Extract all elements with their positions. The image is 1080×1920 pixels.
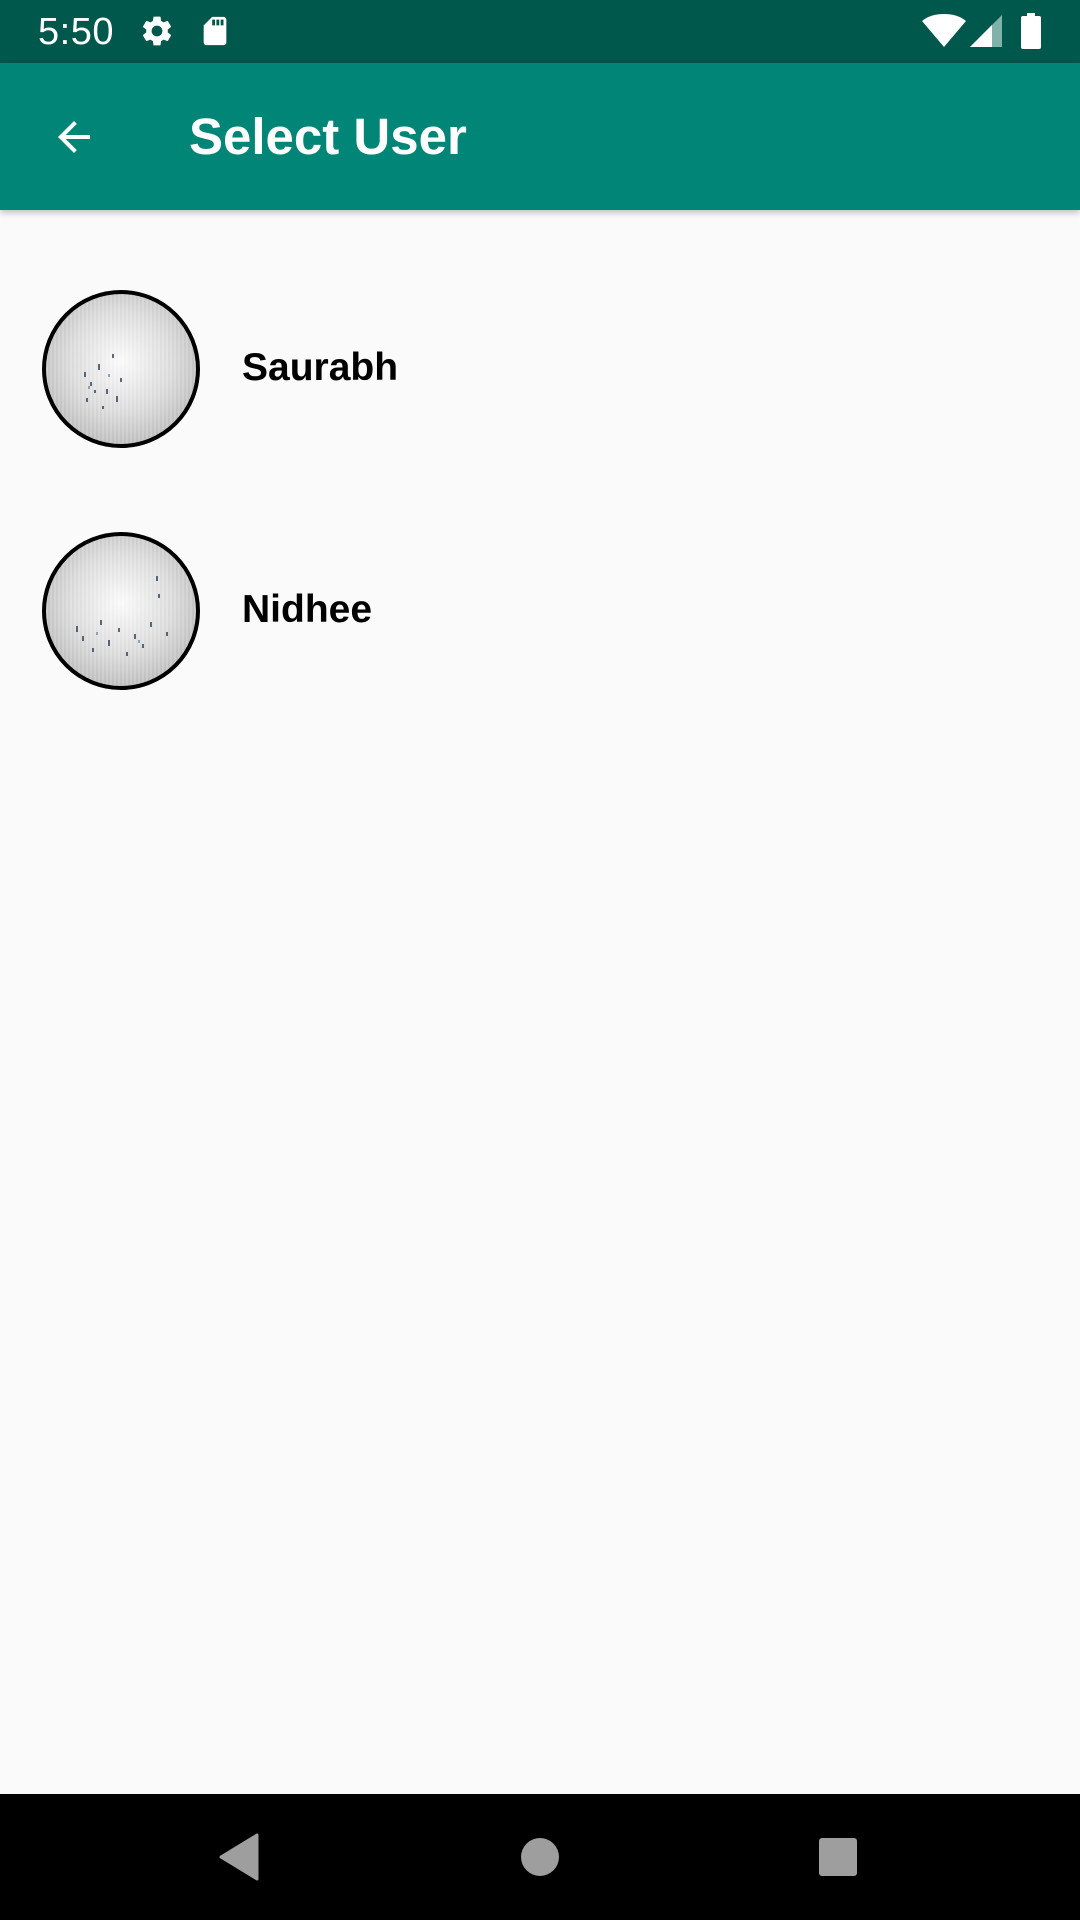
battery-icon	[1021, 13, 1041, 49]
avatar	[42, 290, 200, 448]
status-time: 5:50	[38, 11, 114, 53]
user-name: Saurabh	[242, 346, 399, 389]
page-title: Select User	[189, 108, 467, 165]
avatar-photo	[84, 354, 122, 409]
nav-home-button[interactable]	[500, 1817, 580, 1897]
list-item-user[interactable]: Saurabh	[0, 290, 1080, 480]
signal-icon	[970, 15, 1002, 47]
back-button[interactable]	[26, 89, 122, 185]
nav-recents-icon	[819, 1838, 857, 1876]
avatar	[42, 532, 200, 690]
list-item-user[interactable]: Nidhee	[0, 532, 1080, 722]
status-bar: 5:50	[0, 0, 1080, 63]
nav-back-icon	[219, 1833, 259, 1881]
arrow-back-icon	[58, 121, 90, 153]
nav-recents-button[interactable]	[798, 1817, 878, 1897]
avatar-photo	[76, 576, 168, 656]
navigation-bar	[0, 1794, 1080, 1920]
sd-card-icon	[203, 16, 227, 46]
settings-icon	[142, 16, 172, 46]
user-name: Nidhee	[242, 588, 373, 631]
wifi-icon	[922, 14, 966, 47]
nav-home-icon	[521, 1838, 559, 1876]
nav-back-button[interactable]	[199, 1817, 279, 1897]
app-bar: Select User	[0, 63, 1080, 210]
